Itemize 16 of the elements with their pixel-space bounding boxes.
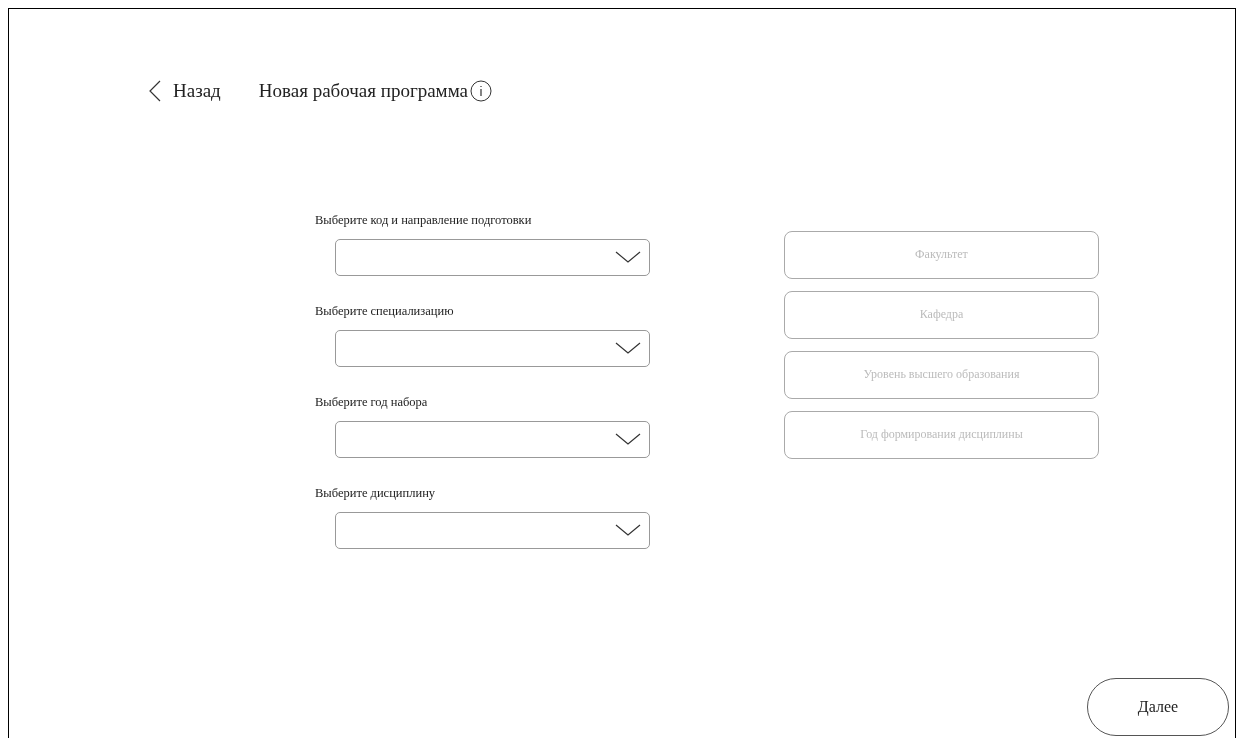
dropdown-field[interactable]: [335, 238, 650, 276]
info-icon[interactable]: [469, 80, 492, 103]
dropdown-field[interactable]: [335, 329, 650, 367]
chevron-down-icon: [615, 342, 641, 354]
field-label: Выберите дисциплину: [315, 484, 437, 500]
field-label: Выберите год набора: [315, 393, 429, 409]
back-button[interactable]: Назад: [149, 77, 221, 106]
page-title: Новая рабочая программа: [258, 79, 468, 103]
field-label: Выберите код и направление подготовки: [315, 211, 533, 227]
chevron-down-icon: [615, 524, 641, 536]
chevron-down-icon: [615, 251, 641, 263]
chevron-down-icon: [615, 433, 641, 445]
dropdown-field[interactable]: [335, 511, 650, 549]
field-label: Выберите специализацию: [315, 302, 455, 318]
dropdown-field[interactable]: [335, 420, 650, 458]
chevron-left-icon: [149, 80, 161, 103]
